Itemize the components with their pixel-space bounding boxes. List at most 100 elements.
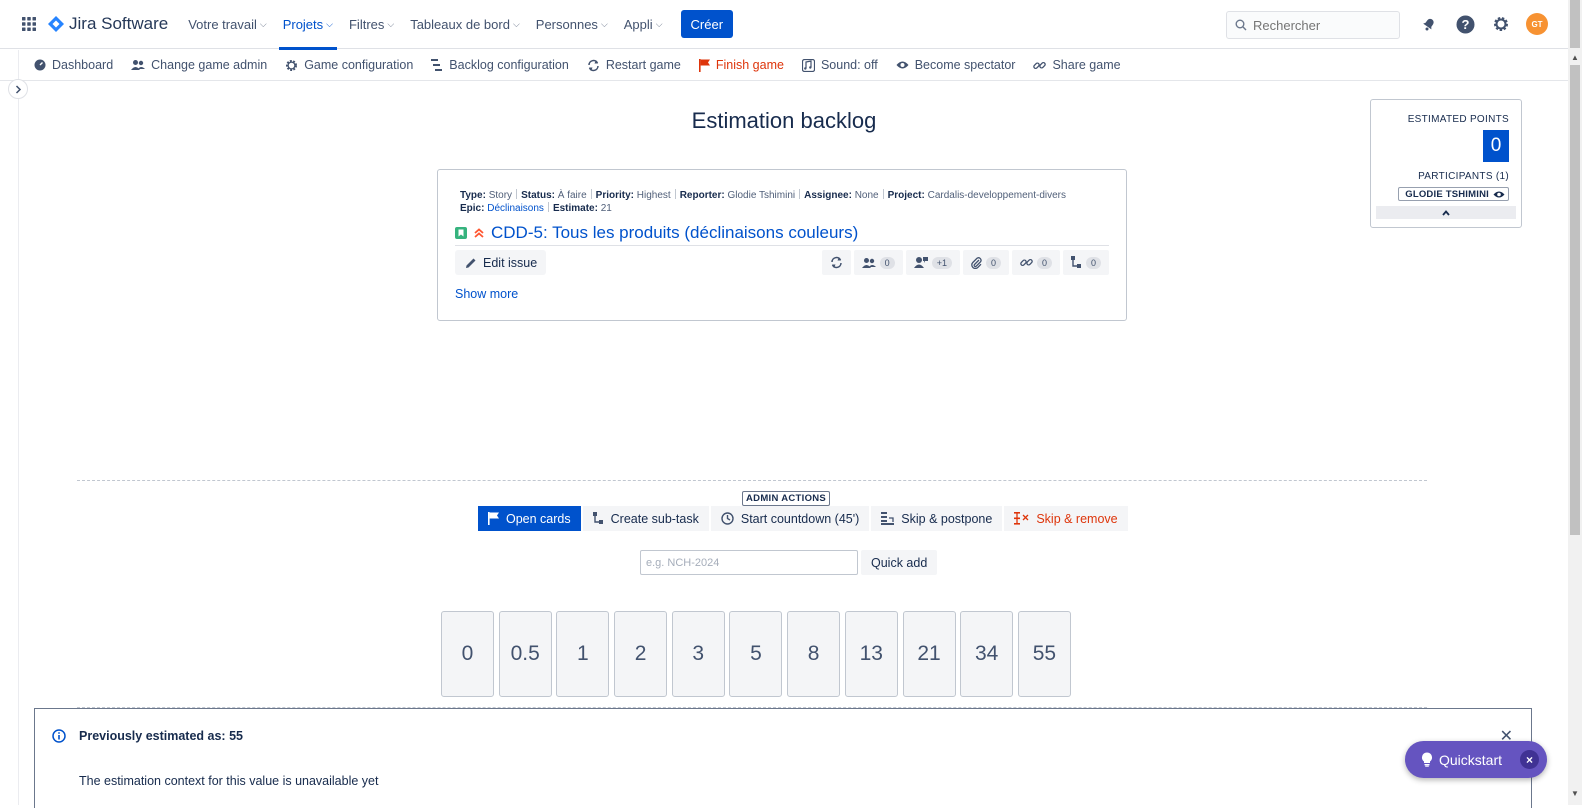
attachments-counter[interactable]: 0 xyxy=(962,250,1009,275)
voters-counter[interactable]: 0 xyxy=(853,250,903,275)
issue-counters: 0 +1 0 0 0 xyxy=(819,250,1109,275)
estimate-card[interactable]: 0.5 xyxy=(498,611,552,697)
restart-game-button[interactable]: Restart game xyxy=(587,58,681,72)
estimate-card[interactable]: 5 xyxy=(729,611,783,697)
estimate-card[interactable]: 8 xyxy=(787,611,841,697)
game-configuration-button[interactable]: Game configuration xyxy=(285,58,413,72)
estimate-card[interactable]: 55 xyxy=(1017,611,1071,697)
quick-add-input[interactable] xyxy=(640,550,858,575)
issue-title-link[interactable]: CDD-5: Tous les produits (déclinaisons c… xyxy=(455,223,858,243)
skip-postpone-icon xyxy=(881,512,895,525)
nav-votre-travail[interactable]: Votre travail ⌵ xyxy=(180,0,274,49)
estimation-cards: 0 0.5 1 2 3 5 8 13 21 34 55 xyxy=(441,611,1076,697)
edit-issue-label: Edit issue xyxy=(483,255,538,270)
status-label: Status: xyxy=(521,190,555,201)
sidebar-divider xyxy=(18,50,19,805)
settings-gear-icon[interactable] xyxy=(1489,12,1513,36)
change-game-admin-button[interactable]: Change game admin xyxy=(131,58,267,72)
users-icon xyxy=(861,257,876,268)
estimate-card[interactable]: 21 xyxy=(902,611,956,697)
estimate-card[interactable]: 13 xyxy=(844,611,898,697)
estimate-card[interactable]: 2 xyxy=(614,611,668,697)
jira-diamond-icon xyxy=(48,16,64,32)
attachments-count: 0 xyxy=(985,256,1001,269)
links-counter[interactable]: 0 xyxy=(1011,250,1060,275)
create-subtask-button[interactable]: Create sub-task xyxy=(582,506,709,531)
show-more-link[interactable]: Show more xyxy=(455,287,518,301)
create-button[interactable]: Créer xyxy=(680,10,734,38)
gear-icon xyxy=(286,59,298,71)
edit-issue-button[interactable]: Edit issue xyxy=(455,250,547,275)
game-configuration-label: Game configuration xyxy=(304,58,414,72)
nav-label: Appli xyxy=(623,16,653,32)
estimate-card[interactable]: 1 xyxy=(556,611,610,697)
open-cards-button[interactable]: Open cards xyxy=(478,506,581,531)
admin-actions-group: Open cards Create sub-task Start countdo… xyxy=(478,506,1130,531)
skip-remove-button[interactable]: Skip & remove xyxy=(1004,506,1128,531)
nav-label: Tableaux de bord xyxy=(410,16,510,32)
eye-icon xyxy=(1493,191,1505,197)
highest-priority-icon xyxy=(473,227,491,239)
search-input[interactable] xyxy=(1253,17,1393,33)
scroll-up-arrow-icon[interactable]: ▲ xyxy=(1568,51,1582,63)
pencil-icon xyxy=(466,258,476,268)
collapse-participants-button[interactable] xyxy=(1376,206,1516,219)
notifications-bell-icon[interactable] xyxy=(1417,12,1441,36)
nav-filtres[interactable]: Filtres ⌵ xyxy=(341,0,402,49)
scrollbar-thumb[interactable] xyxy=(1570,65,1580,535)
search-box[interactable] xyxy=(1226,11,1400,39)
quickstart-close-icon[interactable]: × xyxy=(1520,750,1539,769)
share-game-button[interactable]: Share game xyxy=(1033,58,1121,72)
skip-postpone-button[interactable]: Skip & postpone xyxy=(871,506,1003,531)
subtask-icon xyxy=(592,512,603,524)
quickstart-label: Quickstart xyxy=(1439,751,1503,768)
chevron-down-icon: ⌵ xyxy=(259,18,267,29)
nav-label: Personnes xyxy=(535,16,598,32)
nav-personnes[interactable]: Personnes ⌵ xyxy=(528,0,616,49)
expand-sidebar-button[interactable] xyxy=(8,79,28,99)
refresh-issue-button[interactable] xyxy=(821,250,851,275)
nav-appli[interactable]: Appli ⌵ xyxy=(616,0,671,49)
issue-divider xyxy=(455,245,1109,246)
start-countdown-button[interactable]: Start countdown (45') xyxy=(710,506,870,531)
open-cards-label: Open cards xyxy=(506,511,571,526)
app-switcher-icon[interactable] xyxy=(16,11,42,37)
estimate-card[interactable]: 0 xyxy=(441,611,494,697)
estimate-card[interactable]: 34 xyxy=(960,611,1014,697)
user-avatar[interactable]: GT xyxy=(1525,12,1549,36)
participant-badge[interactable]: GLODIE TSHIMINI xyxy=(1398,187,1509,201)
epic-link[interactable]: Déclinaisons xyxy=(487,203,544,214)
flag-icon xyxy=(488,512,499,525)
jira-logo[interactable]: Jira Software xyxy=(48,14,168,34)
help-icon[interactable]: ? xyxy=(1453,12,1477,36)
dashboard-button[interactable]: Dashboard xyxy=(34,58,113,72)
estimate-card[interactable]: 3 xyxy=(671,611,725,697)
page-scrollbar[interactable]: ▲ ▼ xyxy=(1568,49,1582,805)
page-title: Estimation backlog xyxy=(691,108,877,133)
scrollbar-thumb-top[interactable] xyxy=(1570,0,1580,48)
finish-game-button[interactable]: Finish game xyxy=(698,58,784,72)
nav-projets[interactable]: Projets ⌵ xyxy=(275,0,341,50)
become-spectator-button[interactable]: Become spectator xyxy=(896,58,1015,72)
quickstart-button[interactable]: Quickstart × xyxy=(1405,741,1547,778)
backlog-configuration-button[interactable]: Backlog configuration xyxy=(431,58,569,72)
reporter-label: Reporter: xyxy=(679,190,725,201)
users-icon xyxy=(131,60,146,70)
start-countdown-label: Start countdown (45') xyxy=(740,511,860,526)
sound-toggle-button[interactable]: Sound: off xyxy=(801,58,878,72)
sound-icon xyxy=(801,58,815,72)
nav-label: Filtres xyxy=(348,16,385,32)
issue-metadata: Type: Story Status: À faire Priority: High… xyxy=(460,189,1100,215)
subtask-icon xyxy=(1070,256,1081,268)
skip-postpone-label: Skip & postpone xyxy=(901,511,993,526)
issue-title: CDD-5: Tous les produits (déclinaisons c… xyxy=(491,223,859,242)
scroll-down-arrow-icon[interactable]: ▼ xyxy=(1568,787,1582,799)
nav-tableaux-de-bord[interactable]: Tableaux de bord ⌵ xyxy=(402,0,528,49)
quick-add-button[interactable]: Quick add xyxy=(861,550,938,575)
skip-remove-icon xyxy=(1014,512,1029,525)
admin-divider xyxy=(77,480,1427,481)
participant-name: GLODIE TSHIMINI xyxy=(1405,188,1489,200)
assignee-label: Assignee: xyxy=(804,190,852,201)
comments-counter[interactable]: +1 xyxy=(905,250,960,275)
subtasks-counter[interactable]: 0 xyxy=(1062,250,1109,275)
